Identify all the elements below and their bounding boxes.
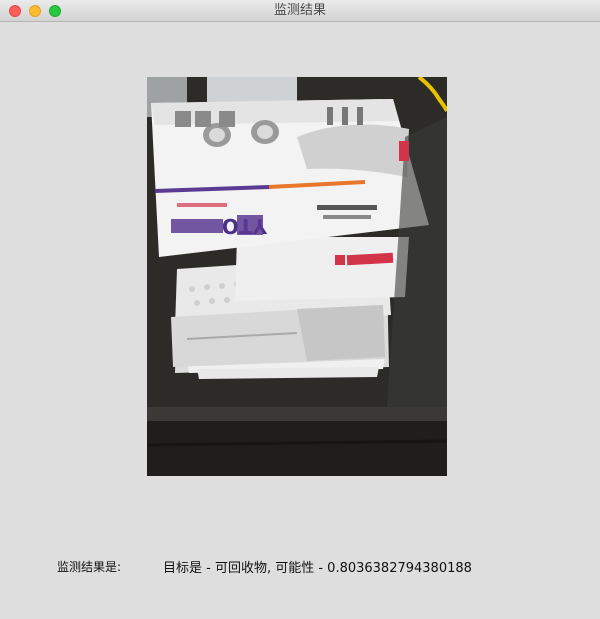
parcel-stack-image: YTO bbox=[147, 77, 447, 476]
result-text: 目标是 - 可回收物, 可能性 - 0.8036382794380188 bbox=[163, 561, 472, 576]
result-label: 监测结果是: bbox=[57, 560, 122, 574]
title-bar[interactable]: 监测结果 bbox=[0, 0, 600, 22]
app-window: 监测结果 监测结果是: 目标是 - 可回收物, 可能性 - 0.80363827… bbox=[0, 0, 600, 619]
result-image: YTO bbox=[147, 77, 447, 476]
window-title: 监测结果 bbox=[273, 3, 326, 18]
